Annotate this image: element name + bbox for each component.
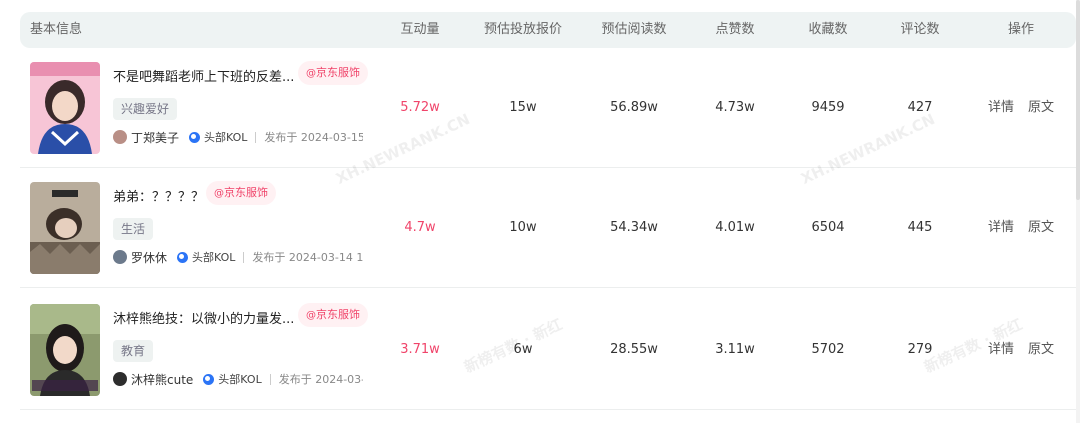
post-thumbnail[interactable] [30,62,100,154]
likes-value: 4.73w [715,100,755,115]
author-avatar[interactable] [113,130,127,144]
publish-date: 发布于 2024-03- [278,373,363,386]
brand-badge: @京东服饰 [298,61,368,85]
price-value: 10w [509,220,537,235]
post-thumbnail[interactable] [30,304,100,396]
detail-link[interactable]: 详情 [988,290,1014,410]
author-avatar[interactable] [113,372,127,386]
price-value: 15w [509,100,537,115]
author-name[interactable]: 丁郑美子 [131,129,179,146]
kol-level: 头部KOL [192,251,236,264]
post-title[interactable]: 沐梓熊绝技：以微小的力量发... [113,308,294,327]
kol-level: 头部KOL [218,373,262,386]
post-title[interactable]: 弟弟：？？？？ [113,186,204,205]
comments-value: 427 [907,100,933,115]
post-thumbnail[interactable] [30,182,100,274]
original-link[interactable]: 原文 [1028,48,1054,168]
favorites-value: 9459 [811,100,845,115]
divider [243,251,245,263]
original-link[interactable]: 原文 [1028,290,1054,410]
interaction-value: 4.7w [404,220,436,235]
favorites-value: 5702 [811,342,845,357]
comments-value: 445 [907,220,933,235]
likes-value: 3.11w [715,342,755,357]
favorites-value: 6504 [811,220,845,235]
publish-date: 发布于 2024-03-14 17: [252,251,363,264]
author-name[interactable]: 罗休休 [131,249,167,266]
original-link[interactable]: 原文 [1028,168,1054,288]
post-meta: 罗休休 头部KOL 发布于 2024-03-14 17: [113,248,363,266]
col-actions: 操作 [1007,22,1035,37]
category-tag: 教育 [113,340,154,362]
divider [255,131,257,143]
kol-icon [177,251,189,263]
author-name[interactable]: 沐梓熊cute [131,371,193,388]
table-row: 沐梓熊绝技：以微小的力量发... @京东服饰 教育 沐梓熊cute 头部KOL … [20,290,1076,410]
reads-value: 28.55w [610,342,658,357]
col-favorites[interactable]: 收藏数 [808,12,847,48]
detail-link[interactable]: 详情 [988,48,1014,168]
interaction-value: 5.72w [400,100,440,115]
col-likes[interactable]: 点赞数 [715,12,754,48]
post-title[interactable]: 不是吧舞蹈老师上下班的反差... [113,66,294,85]
kol-level: 头部KOL [204,131,248,144]
kol-icon [203,373,215,385]
detail-link[interactable]: 详情 [988,168,1014,288]
scrollbar-thumb[interactable] [1076,0,1080,200]
scrollbar[interactable] [1076,0,1080,423]
col-price[interactable]: 预估投放报价 [484,12,562,48]
kol-icon [189,131,201,143]
reads-value: 56.89w [610,100,658,115]
brand-badge: @京东服饰 [206,181,276,205]
comments-value: 279 [907,342,933,357]
col-comments[interactable]: 评论数 [900,12,939,48]
table-row: 不是吧舞蹈老师上下班的反差... @京东服饰 兴趣爱好 丁郑美子 头部KOL 发… [20,48,1076,168]
col-basic-info: 基本信息 [30,22,83,37]
category-tag: 兴趣爱好 [113,98,178,120]
post-meta: 丁郑美子 头部KOL 发布于 2024-03-15 [113,128,363,146]
table-row: 弟弟：？？？？ @京东服饰 生活 罗休休 头部KOL 发布于 2024-03-1… [20,168,1076,288]
interaction-value: 3.71w [400,342,440,357]
publish-date: 发布于 2024-03-15 [264,131,363,144]
table-header: 基本信息 互动量 预估投放报价 预估阅读数 点赞数 收藏数 评论数 操作 [20,12,1076,48]
brand-name: 京东服饰 [316,66,360,79]
brand-badge: @京东服饰 [298,303,368,327]
post-meta: 沐梓熊cute 头部KOL 发布于 2024-03- [113,370,363,388]
price-value: 6w [513,342,533,357]
brand-name: 京东服饰 [316,308,360,321]
col-reads[interactable]: 预估阅读数 [601,12,666,48]
category-tag: 生活 [113,218,154,240]
divider [269,373,271,385]
author-avatar[interactable] [113,250,127,264]
brand-name: 京东服饰 [224,186,268,199]
likes-value: 4.01w [715,220,755,235]
reads-value: 54.34w [610,220,658,235]
col-interaction[interactable]: 互动量 [400,12,439,48]
ranking-table: 基本信息 互动量 预估投放报价 预估阅读数 点赞数 收藏数 评论数 操作 不是吧… [0,0,1080,423]
